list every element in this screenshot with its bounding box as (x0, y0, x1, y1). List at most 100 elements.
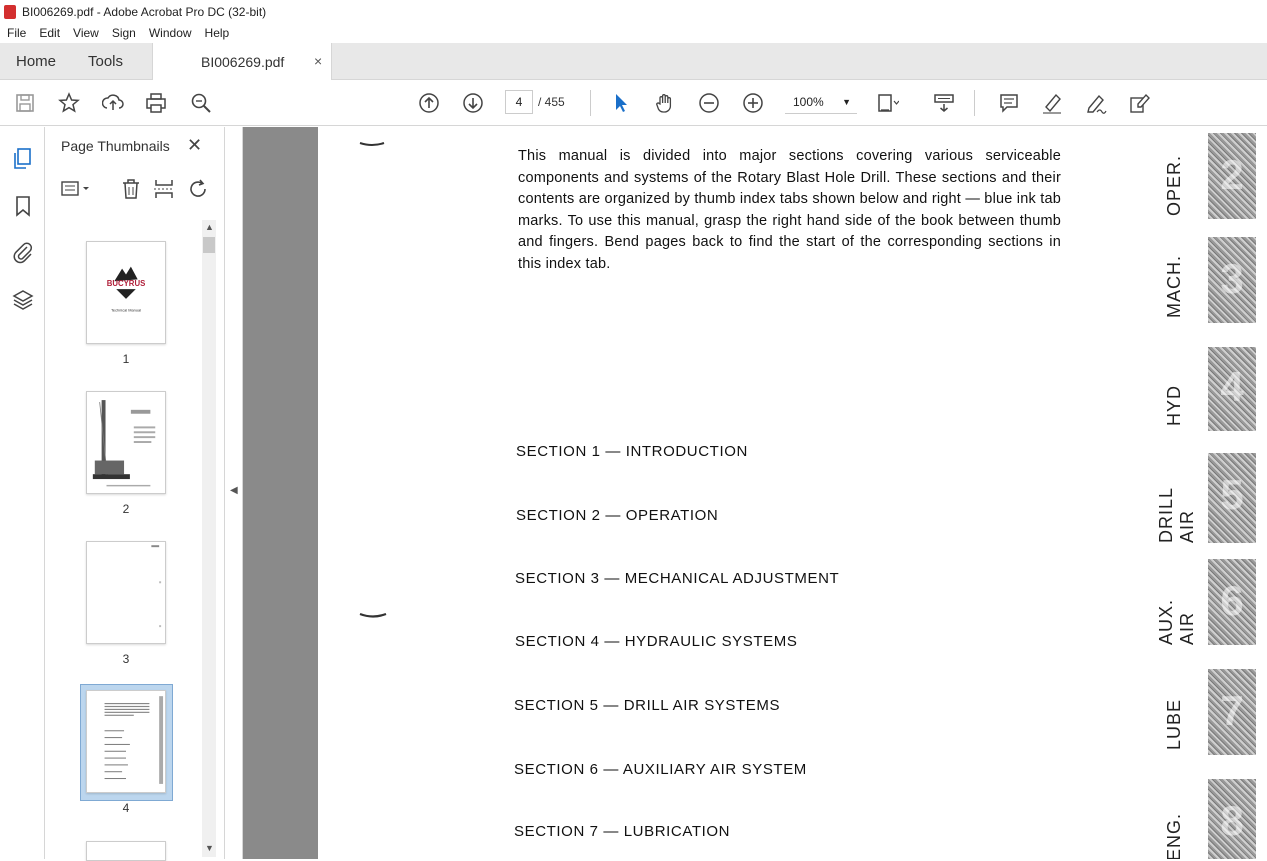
tab-home[interactable]: Home (16, 53, 56, 70)
section-heading: SECTION 5 — DRILL AIR SYSTEMS (514, 697, 781, 714)
menu-view[interactable]: View (66, 26, 105, 40)
thumb-index-tabs: 2 OPER. 3 MACH. 4 HYD 5 DRILL AIR 6 AUX.… (1156, 127, 1267, 859)
section-heading: SECTION 2 — OPERATION (516, 507, 719, 524)
thumbnail-scrollbar[interactable] (202, 220, 216, 857)
menu-sign[interactable]: Sign (105, 26, 142, 40)
contents-page-thumb (104, 696, 164, 784)
trash-icon[interactable] (119, 177, 143, 201)
page-thumbnail[interactable] (86, 841, 166, 861)
highlight-icon[interactable] (1040, 91, 1064, 115)
index-tab: 6 AUX. AIR (1156, 559, 1260, 645)
index-tab: 2 OPER. (1164, 133, 1260, 219)
select-cursor-icon[interactable] (609, 91, 633, 115)
toolbar-divider (590, 90, 591, 116)
section-heading: SECTION 4 — HYDRAULIC SYSTEMS (515, 633, 798, 650)
zoom-level-select[interactable]: 100% ▼ (785, 90, 857, 114)
tab-number: 2 (1220, 151, 1244, 198)
scroll-up-icon[interactable]: ▲ (205, 222, 214, 232)
svg-text:Technical Manual: Technical Manual (111, 308, 141, 313)
chevron-down-icon: ▼ (842, 97, 851, 107)
tab-label: LUBE (1164, 699, 1184, 751)
page-total: / 455 (538, 95, 565, 109)
panel-title: Page Thumbnails (61, 138, 170, 154)
left-rail (0, 127, 45, 859)
tab-document-label: BI006269.pdf (201, 54, 285, 70)
page-thumbnail[interactable] (86, 391, 166, 494)
tab-number: 3 (1220, 255, 1244, 302)
edit-icon[interactable] (1127, 91, 1151, 115)
menu-edit[interactable]: Edit (32, 26, 66, 40)
tab-label: OPER. (1164, 155, 1184, 217)
search-zoom-icon[interactable] (189, 91, 213, 115)
window-title: BI006269.pdf - Adobe Acrobat Pro DC (32-… (22, 4, 267, 19)
scrollbar-thumb[interactable] (203, 237, 215, 253)
rotate-icon[interactable] (187, 177, 211, 201)
menu-bar: File Edit View Sign Window Help (0, 23, 1267, 43)
blank-page-thumb (151, 545, 162, 628)
tab-label: MACH. (1164, 255, 1184, 318)
close-panel-icon[interactable]: ✕ (187, 135, 202, 156)
index-tab: 4 HYD (1164, 347, 1260, 431)
page-thumbnail[interactable] (86, 541, 166, 644)
upload-icon[interactable] (101, 91, 125, 115)
menu-window[interactable]: Window (142, 26, 198, 40)
print-icon[interactable] (144, 91, 168, 115)
zoom-in-icon[interactable] (741, 91, 765, 115)
svg-text:BUCYRUS: BUCYRUS (107, 279, 146, 288)
page-fit-icon[interactable] (876, 91, 900, 115)
tab-document[interactable]: BI006269.pdf × (152, 43, 332, 80)
title-bar: BI006269.pdf - Adobe Acrobat Pro DC (32-… (0, 0, 1267, 23)
page-thumbnails-icon[interactable] (11, 147, 35, 171)
toolbar-divider (974, 90, 975, 116)
bookmarks-icon[interactable] (11, 194, 35, 218)
thumbnail-label: 2 (122, 502, 130, 516)
index-tab: 7 LUBE (1164, 669, 1260, 755)
document-view[interactable]: This manual is divided into major sectio… (243, 127, 1267, 859)
index-tab: 5 DRILL AIR (1156, 453, 1260, 543)
tab-number: 7 (1220, 687, 1244, 734)
index-tab: 8 ENG. (1164, 779, 1260, 859)
tab-label: HYD (1164, 385, 1184, 427)
menu-help[interactable]: Help (198, 26, 236, 40)
attachments-icon[interactable] (11, 240, 35, 264)
ink-mark (359, 142, 385, 146)
menu-file[interactable]: File (0, 26, 32, 40)
section-heading: SECTION 1 — INTRODUCTION (516, 443, 748, 460)
zoom-level-value: 100% (793, 95, 824, 109)
thumbnail-label: 3 (122, 652, 130, 666)
thumbnail-options-icon[interactable] (61, 177, 89, 201)
page-thumbnail[interactable]: BUCYRUS Technical Manual (86, 241, 166, 344)
thumbnail-label: 4 (122, 801, 130, 815)
tab-number: 4 (1220, 363, 1244, 410)
sign-icon[interactable] (1084, 91, 1108, 115)
tab-label: DRILL AIR (1156, 487, 1197, 543)
layers-icon[interactable] (11, 288, 35, 312)
bookmark-star-icon[interactable] (57, 91, 81, 115)
tab-number: 5 (1220, 471, 1244, 518)
next-page-icon[interactable] (461, 91, 485, 115)
section-heading: SECTION 7 — LUBRICATION (514, 823, 731, 840)
page-thumbnail-current[interactable] (86, 690, 166, 793)
thumbnail-label: 1 (122, 352, 130, 366)
section-heading: SECTION 6 — AUXILIARY AIR SYSTEM (514, 761, 807, 778)
scroll-mode-icon[interactable] (932, 91, 956, 115)
tab-tools[interactable]: Tools (88, 53, 123, 70)
comment-icon[interactable] (997, 91, 1021, 115)
hand-icon[interactable] (653, 91, 677, 115)
tab-bar: Home Tools BI006269.pdf × (0, 43, 1267, 80)
tab-number: 6 (1220, 577, 1244, 624)
tab-close-icon[interactable]: × (314, 53, 322, 69)
bucyrus-logo-thumb: BUCYRUS Technical Manual (107, 266, 146, 313)
collapse-panel-strip[interactable]: ◀ (225, 127, 243, 859)
index-tab: 3 MACH. (1164, 237, 1260, 323)
scroll-down-icon[interactable]: ▼ (205, 843, 214, 853)
collapse-left-icon[interactable]: ◀ (230, 485, 238, 496)
tab-label: AUX. AIR (1156, 598, 1197, 645)
tab-number: 8 (1220, 797, 1244, 844)
zoom-out-icon[interactable] (697, 91, 721, 115)
pdf-page: This manual is divided into major sectio… (318, 127, 1267, 859)
extract-pages-icon[interactable] (152, 177, 176, 201)
prev-page-icon[interactable] (417, 91, 441, 115)
save-icon[interactable] (13, 91, 37, 115)
page-number-input[interactable]: 4 (505, 90, 533, 114)
